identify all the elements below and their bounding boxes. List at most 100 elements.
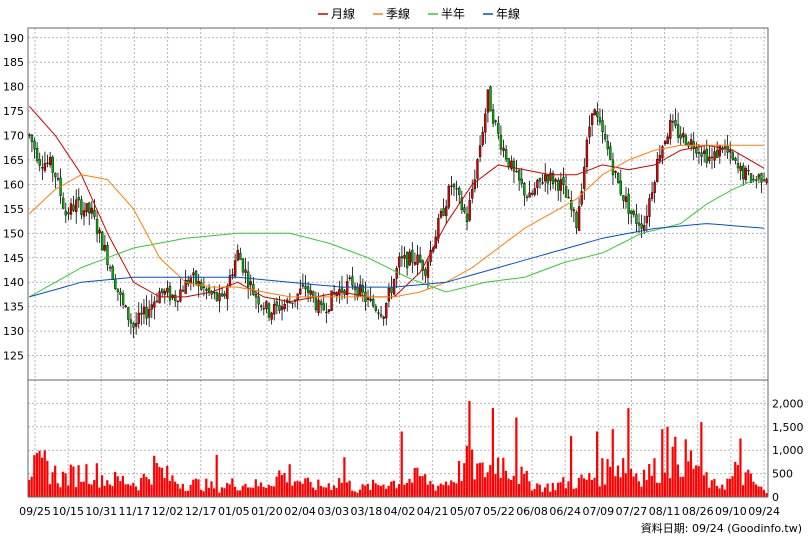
candle-body (538, 177, 542, 182)
volume-bar (275, 476, 278, 497)
volume-bar (525, 470, 528, 497)
volume-bar (421, 476, 424, 497)
volume-bar (483, 477, 487, 497)
volume-bar (478, 462, 481, 497)
candle-body (163, 290, 166, 295)
candle-body (760, 173, 763, 183)
candle-body (478, 145, 482, 158)
x-tick-label: 04/02 (384, 505, 416, 518)
volume-bar (658, 482, 661, 497)
volume-bar (140, 478, 143, 497)
volume-bar (754, 484, 758, 497)
volume-bar (270, 486, 273, 497)
volume-tick-label: 1,500 (772, 421, 804, 434)
volume-bar (609, 466, 612, 497)
volume-bar (726, 478, 729, 497)
volume-bar (439, 483, 442, 497)
volume-bar (100, 475, 104, 497)
volume-bar (155, 463, 158, 497)
price-tick-label: 185 (3, 56, 24, 69)
candle-body (616, 173, 620, 184)
volume-bar (43, 450, 46, 497)
volume-bar (56, 483, 59, 497)
volume-bar (64, 473, 67, 497)
volume-bar (134, 486, 138, 497)
volume-bar (371, 479, 375, 497)
candle-body (299, 288, 302, 295)
volume-bar (562, 477, 565, 497)
volume-bar (197, 479, 200, 497)
volume-bars (28, 401, 768, 497)
volume-bar (556, 482, 560, 497)
price-tick-label: 180 (3, 81, 24, 94)
candle-body (72, 204, 75, 211)
volume-bar (752, 481, 755, 497)
volume-bar (679, 476, 682, 497)
volume-bar (343, 457, 346, 497)
candle-body (322, 303, 325, 311)
candle-body (700, 152, 703, 157)
candle-body (554, 179, 557, 182)
candle-body (82, 210, 86, 217)
volume-bar (619, 477, 622, 497)
legend-label-3: 年線 (496, 6, 520, 21)
volume-bar (220, 487, 224, 497)
candle-body (557, 180, 560, 191)
candle-body (622, 195, 625, 201)
candle-body (502, 147, 505, 151)
volume-bar (689, 450, 693, 497)
candle-body (278, 305, 281, 311)
candle-body (403, 254, 406, 259)
volume-bar (384, 488, 388, 497)
volume-bar (710, 480, 713, 497)
candle-body (562, 177, 565, 186)
candle-body (226, 287, 229, 299)
candle-body (640, 223, 643, 229)
volume-bar (119, 481, 122, 497)
volume-bar (61, 471, 65, 497)
candle-body (369, 298, 372, 301)
volume-bar (283, 472, 286, 497)
volume-bar (298, 481, 302, 497)
volume-bar (442, 484, 445, 497)
volume-bar (98, 487, 101, 497)
volume-tick-label: 1,000 (772, 444, 804, 457)
volume-bar (455, 483, 458, 497)
volume-bar (457, 460, 461, 497)
candle-body (189, 277, 193, 283)
volume-bar (364, 485, 367, 497)
candle-body (635, 214, 638, 224)
volume-bar (502, 457, 505, 497)
candle-body (46, 162, 49, 164)
volume-bar (507, 478, 510, 497)
candle-body (48, 157, 52, 166)
candle-body (637, 222, 641, 226)
legend-label-0: 月線 (331, 6, 355, 21)
candle-body (280, 306, 284, 311)
candle-body (499, 134, 503, 150)
candle-body (353, 285, 357, 290)
candle-body (387, 287, 391, 302)
candle-body (187, 279, 190, 285)
candle-body (424, 269, 427, 276)
legend-label-2: 半年 (441, 7, 465, 21)
volume-bar (468, 401, 471, 497)
candle-body (223, 293, 226, 297)
volume-bar (734, 461, 737, 497)
x-tick-label: 06/08 (516, 505, 548, 518)
volume-bar (127, 484, 130, 497)
candle-body (512, 160, 516, 172)
volume-bar (554, 490, 557, 497)
volume-bar (181, 483, 184, 497)
price-tick-label: 130 (3, 325, 24, 338)
volume-bar (390, 481, 393, 497)
volume-bar (74, 487, 78, 497)
volume-bar (335, 487, 338, 497)
volume-bar (168, 480, 171, 497)
volume-bar (392, 480, 396, 497)
volume-bar (757, 486, 760, 497)
volume-bar (655, 482, 659, 497)
candle-body (85, 203, 88, 213)
volume-bar (82, 481, 85, 497)
candle-body (463, 207, 466, 213)
